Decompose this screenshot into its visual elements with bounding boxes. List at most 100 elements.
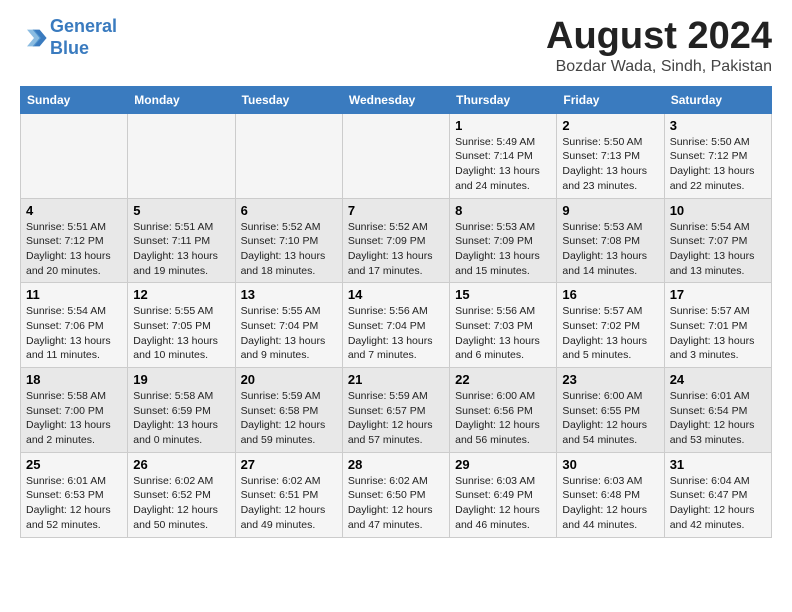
calendar-cell: 13 Sunrise: 5:55 AM Sunset: 7:04 PM Dayli… [235,283,342,368]
calendar-cell: 20Sunrise: 5:59 AM Sunset: 6:58 PM Dayli… [235,368,342,453]
day-number: 11 [26,287,122,302]
day-number: 7 [348,203,444,218]
day-info: Sunrise: 5:59 AM Sunset: 6:57 PM Dayligh… [348,389,444,448]
day-info: Sunrise: 5:51 AM Sunset: 7:12 PM Dayligh… [26,220,122,279]
week-row-2: 4 Sunrise: 5:51 AM Sunset: 7:12 PM Daylig… [21,198,772,283]
day-info: Sunrise: 5:57 AM Sunset: 7:01 PM Dayligh… [670,304,766,363]
day-number: 1 [455,118,551,133]
day-number: 31 [670,457,766,472]
day-info: Sunrise: 5:54 AM Sunset: 7:07 PM Dayligh… [670,220,766,279]
day-info: Sunrise: 5:52 AM Sunset: 7:09 PM Dayligh… [348,220,444,279]
day-number: 17 [670,287,766,302]
day-header-friday: Friday [557,86,664,113]
day-number: 3 [670,118,766,133]
calendar-cell: 28Sunrise: 6:02 AM Sunset: 6:50 PM Dayli… [342,452,449,537]
day-number: 25 [26,457,122,472]
calendar-cell: 4 Sunrise: 5:51 AM Sunset: 7:12 PM Daylig… [21,198,128,283]
calendar-cell: 19 Sunrise: 5:58 AM Sunset: 6:59 PM Dayli… [128,368,235,453]
day-number: 13 [241,287,337,302]
calendar-cell [128,113,235,198]
calendar-cell: 17 Sunrise: 5:57 AM Sunset: 7:01 PM Dayli… [664,283,771,368]
day-number: 19 [133,372,229,387]
calendar-cell: 27Sunrise: 6:02 AM Sunset: 6:51 PM Dayli… [235,452,342,537]
calendar-cell [21,113,128,198]
day-number: 30 [562,457,658,472]
day-header-tuesday: Tuesday [235,86,342,113]
calendar-cell: 9 Sunrise: 5:53 AM Sunset: 7:08 PM Daylig… [557,198,664,283]
calendar-cell: 22Sunrise: 6:00 AM Sunset: 6:56 PM Dayli… [450,368,557,453]
day-info: Sunrise: 6:02 AM Sunset: 6:52 PM Dayligh… [133,474,229,533]
day-number: 29 [455,457,551,472]
day-info: Sunrise: 5:52 AM Sunset: 7:10 PM Dayligh… [241,220,337,279]
calendar-cell: 5Sunrise: 5:51 AM Sunset: 7:11 PM Daylig… [128,198,235,283]
day-info: Sunrise: 5:50 AM Sunset: 7:13 PM Dayligh… [562,135,658,194]
calendar-cell: 3 Sunrise: 5:50 AM Sunset: 7:12 PM Daylig… [664,113,771,198]
calendar-cell: 8 Sunrise: 5:53 AM Sunset: 7:09 PM Daylig… [450,198,557,283]
day-number: 10 [670,203,766,218]
day-number: 24 [670,372,766,387]
logo-icon [20,24,48,52]
calendar-cell: 26Sunrise: 6:02 AM Sunset: 6:52 PM Dayli… [128,452,235,537]
day-number: 6 [241,203,337,218]
day-info: Sunrise: 5:55 AM Sunset: 7:04 PM Dayligh… [241,304,337,363]
day-info: Sunrise: 5:56 AM Sunset: 7:04 PM Dayligh… [348,304,444,363]
month-title: August 2024 [546,16,772,58]
day-number: 4 [26,203,122,218]
calendar-cell: 14Sunrise: 5:56 AM Sunset: 7:04 PM Dayli… [342,283,449,368]
calendar-cell: 11 Sunrise: 5:54 AM Sunset: 7:06 PM Dayli… [21,283,128,368]
day-number: 23 [562,372,658,387]
day-header-wednesday: Wednesday [342,86,449,113]
day-info: Sunrise: 6:01 AM Sunset: 6:54 PM Dayligh… [670,389,766,448]
calendar-cell [342,113,449,198]
week-row-4: 18 Sunrise: 5:58 AM Sunset: 7:00 PM Dayli… [21,368,772,453]
day-info: Sunrise: 5:58 AM Sunset: 7:00 PM Dayligh… [26,389,122,448]
day-info: Sunrise: 5:53 AM Sunset: 7:09 PM Dayligh… [455,220,551,279]
day-number: 2 [562,118,658,133]
day-number: 28 [348,457,444,472]
calendar-cell: 21 Sunrise: 5:59 AM Sunset: 6:57 PM Dayli… [342,368,449,453]
calendar-cell: 2 Sunrise: 5:50 AM Sunset: 7:13 PM Daylig… [557,113,664,198]
day-info: Sunrise: 6:04 AM Sunset: 6:47 PM Dayligh… [670,474,766,533]
day-info: Sunrise: 5:58 AM Sunset: 6:59 PM Dayligh… [133,389,229,448]
day-header-saturday: Saturday [664,86,771,113]
day-number: 9 [562,203,658,218]
day-header-sunday: Sunday [21,86,128,113]
calendar-cell: 16 Sunrise: 5:57 AM Sunset: 7:02 PM Dayli… [557,283,664,368]
calendar-cell: 10 Sunrise: 5:54 AM Sunset: 7:07 PM Dayli… [664,198,771,283]
calendar-cell: 24 Sunrise: 6:01 AM Sunset: 6:54 PM Dayli… [664,368,771,453]
day-number: 22 [455,372,551,387]
week-row-3: 11 Sunrise: 5:54 AM Sunset: 7:06 PM Dayli… [21,283,772,368]
calendar-cell: 1 Sunrise: 5:49 AM Sunset: 7:14 PM Daylig… [450,113,557,198]
day-info: Sunrise: 5:57 AM Sunset: 7:02 PM Dayligh… [562,304,658,363]
day-number: 12 [133,287,229,302]
day-info: Sunrise: 6:03 AM Sunset: 6:49 PM Dayligh… [455,474,551,533]
calendar-table: SundayMondayTuesdayWednesdayThursdayFrid… [20,86,772,538]
day-number: 18 [26,372,122,387]
calendar-cell [235,113,342,198]
day-info: Sunrise: 6:00 AM Sunset: 6:55 PM Dayligh… [562,389,658,448]
day-info: Sunrise: 5:54 AM Sunset: 7:06 PM Dayligh… [26,304,122,363]
location-title: Bozdar Wada, Sindh, Pakistan [546,58,772,76]
header-row: SundayMondayTuesdayWednesdayThursdayFrid… [21,86,772,113]
page-header: General Blue August 2024 Bozdar Wada, Si… [20,16,772,76]
day-info: Sunrise: 5:50 AM Sunset: 7:12 PM Dayligh… [670,135,766,194]
day-info: Sunrise: 5:55 AM Sunset: 7:05 PM Dayligh… [133,304,229,363]
day-number: 21 [348,372,444,387]
day-info: Sunrise: 6:01 AM Sunset: 6:53 PM Dayligh… [26,474,122,533]
week-row-5: 25 Sunrise: 6:01 AM Sunset: 6:53 PM Dayli… [21,452,772,537]
day-number: 16 [562,287,658,302]
day-info: Sunrise: 5:53 AM Sunset: 7:08 PM Dayligh… [562,220,658,279]
calendar-cell: 15Sunrise: 5:56 AM Sunset: 7:03 PM Dayli… [450,283,557,368]
title-block: August 2024 Bozdar Wada, Sindh, Pakistan [546,16,772,76]
day-info: Sunrise: 5:49 AM Sunset: 7:14 PM Dayligh… [455,135,551,194]
calendar-cell: 30Sunrise: 6:03 AM Sunset: 6:48 PM Dayli… [557,452,664,537]
calendar-cell: 12 Sunrise: 5:55 AM Sunset: 7:05 PM Dayli… [128,283,235,368]
day-header-thursday: Thursday [450,86,557,113]
calendar-cell: 25 Sunrise: 6:01 AM Sunset: 6:53 PM Dayli… [21,452,128,537]
logo-text: General Blue [50,16,117,59]
calendar-cell: 6 Sunrise: 5:52 AM Sunset: 7:10 PM Daylig… [235,198,342,283]
calendar-cell: 31 Sunrise: 6:04 AM Sunset: 6:47 PM Dayli… [664,452,771,537]
calendar-cell: 29 Sunrise: 6:03 AM Sunset: 6:49 PM Dayli… [450,452,557,537]
day-number: 8 [455,203,551,218]
day-number: 15 [455,287,551,302]
